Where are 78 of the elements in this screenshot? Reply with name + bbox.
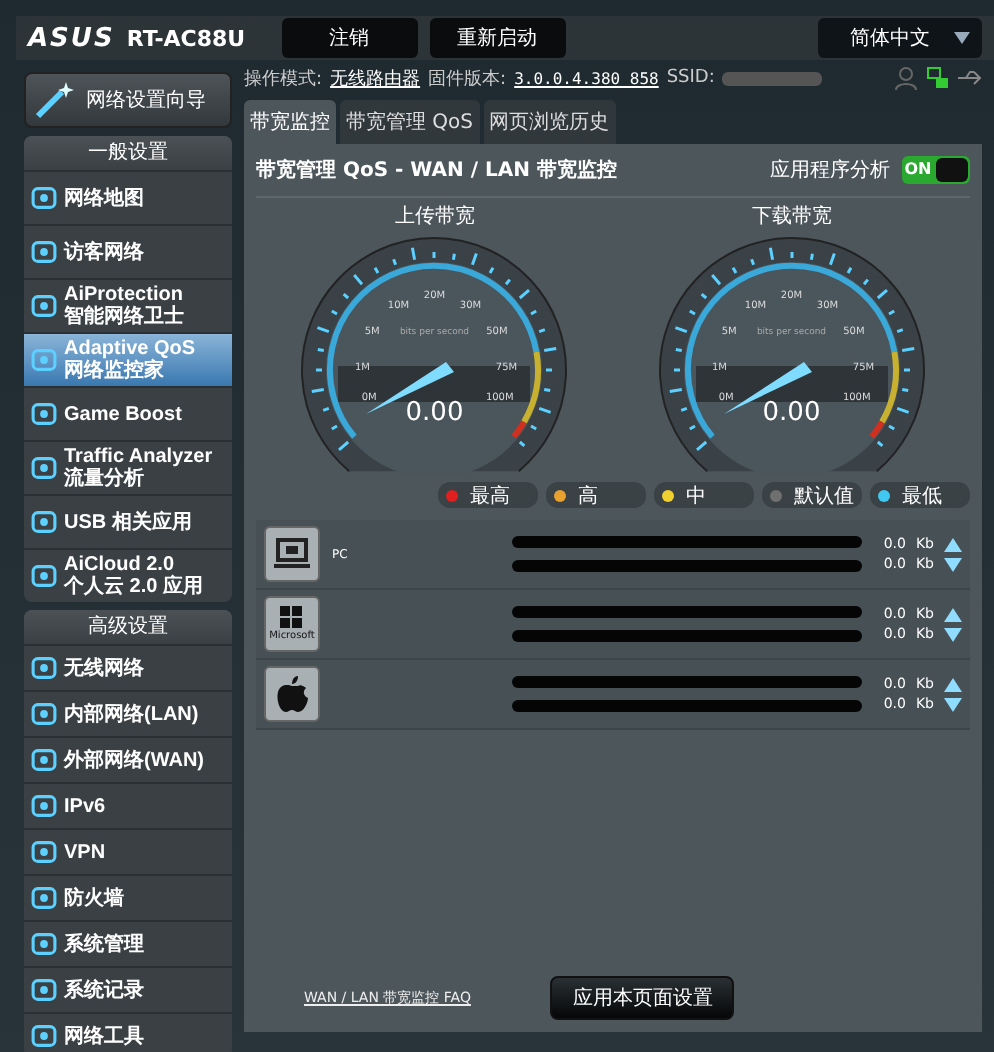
gauge-value: 0.00 <box>760 398 823 428</box>
menu-icon <box>30 452 58 484</box>
menu-icon <box>30 652 58 684</box>
device-icon <box>264 666 320 722</box>
header-button[interactable]: 注销 <box>281 18 418 58</box>
language-dropdown[interactable]: 简体中文 <box>818 18 982 58</box>
model-name: RT-AC88U <box>126 25 246 51</box>
header-button[interactable]: 重新启动 <box>429 18 566 58</box>
menu-icon <box>30 836 58 868</box>
down-arrow-icon <box>944 557 962 571</box>
priority-legend-item[interactable]: 最高 <box>438 482 538 508</box>
down-arrow-icon <box>944 697 962 711</box>
menu-item[interactable]: Game Boost <box>24 386 232 440</box>
firmware-label: 固件版本: <box>428 67 507 91</box>
gauge-value: 0.00 <box>403 398 466 428</box>
menu-item[interactable]: 网络地图 <box>24 170 232 224</box>
menu-icon <box>30 928 58 960</box>
tab[interactable]: 带宽管理 QoS <box>340 100 480 144</box>
gauge-title: 下载带宽 <box>751 203 832 230</box>
wizard-button[interactable]: 网络设置向导 <box>24 72 232 128</box>
menu-item[interactable]: 外部网络(WAN) <box>24 736 232 782</box>
priority-label: 默认值 <box>794 483 854 509</box>
priority-label: 最低 <box>902 483 942 509</box>
menu-icon <box>30 744 58 776</box>
firmware-link[interactable]: 3.0.0.4.380_858 <box>514 69 659 87</box>
menu-item[interactable]: 无线网络 <box>24 644 232 690</box>
menu-item[interactable]: 网络工具 <box>24 1012 232 1052</box>
usb-icon[interactable] <box>958 68 982 88</box>
menu-item[interactable]: VPN <box>24 828 232 874</box>
menu-icon <box>30 236 58 268</box>
gauge-title: 上传带宽 <box>394 203 475 230</box>
menu-item[interactable]: 内部网络(LAN) <box>24 690 232 736</box>
menu-icon <box>30 882 58 914</box>
menu-icon <box>30 974 58 1006</box>
priority-label: 最高 <box>470 483 510 509</box>
up-arrow-icon <box>944 607 962 621</box>
menu-item[interactable]: 防火墙 <box>24 874 232 920</box>
menu-item[interactable]: 访客网络 <box>24 224 232 278</box>
menu-icon <box>30 790 58 822</box>
up-arrow-icon <box>944 677 962 691</box>
caret-icon <box>954 32 970 44</box>
mode-link[interactable]: 无线路由器 <box>330 65 421 91</box>
menu-icon <box>30 560 58 592</box>
priority-label: 高 <box>578 483 598 509</box>
menu-item[interactable]: 系统记录 <box>24 966 232 1012</box>
priority-legend-item[interactable]: 最低 <box>870 482 970 508</box>
menu-item[interactable]: Adaptive QoS 网络监控家 <box>24 332 232 386</box>
menu-item[interactable]: AiCloud 2.0 个人云 2.0 应用 <box>24 548 232 602</box>
menu-icon <box>30 1020 58 1052</box>
mode-label: 操作模式: <box>244 67 323 91</box>
wand-icon <box>34 80 78 120</box>
priority-label: 中 <box>686 483 706 509</box>
menu-item[interactable]: Traffic Analyzer 流量分析 <box>24 440 232 494</box>
menu-icon <box>30 506 58 538</box>
menu-icon <box>30 182 58 214</box>
device-icon <box>264 526 320 582</box>
down-arrow-icon <box>944 627 962 641</box>
toggle-label: 应用程序分析 <box>770 157 890 184</box>
menu-icon <box>30 398 58 430</box>
menu-icon <box>30 344 58 376</box>
panel-title: 带宽管理 QoS - WAN / LAN 带宽监控 <box>256 156 617 184</box>
network-icon[interactable] <box>926 66 950 90</box>
tab[interactable]: 网页浏览历史 <box>483 100 616 144</box>
menu-item[interactable]: USB 相关应用 <box>24 494 232 548</box>
logo: ASUS <box>28 23 115 53</box>
priority-legend-item[interactable]: 默认值 <box>762 482 862 508</box>
priority-legend-item[interactable]: 中 <box>654 482 754 508</box>
priority-legend-item[interactable]: 高 <box>546 482 646 508</box>
person-icon[interactable] <box>894 66 918 90</box>
menu-item[interactable]: IPv6 <box>24 782 232 828</box>
menu-icon <box>30 698 58 730</box>
menu-item[interactable]: 系统管理 <box>24 920 232 966</box>
apply-button[interactable]: 应用本页面设置 <box>550 976 735 1020</box>
ssid-label: SSID: <box>666 68 715 88</box>
up-arrow-icon <box>944 537 962 551</box>
menu-icon <box>30 290 58 322</box>
ssid-blur <box>722 71 823 85</box>
tab[interactable]: 带宽监控 <box>244 100 336 144</box>
